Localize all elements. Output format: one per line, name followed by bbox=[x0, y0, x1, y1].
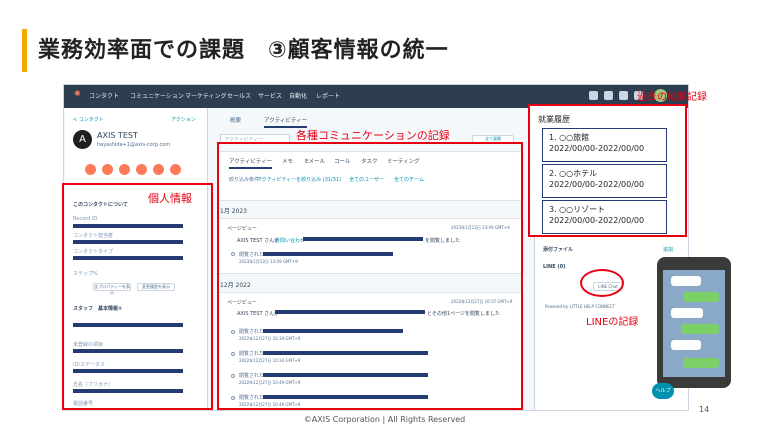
nav-item-contacts[interactable]: コンタクト bbox=[89, 91, 119, 100]
chat-bubble-sent bbox=[683, 292, 719, 302]
communication-label: 各種コミュニケーションの記録 bbox=[296, 129, 450, 142]
search-icon[interactable] bbox=[589, 91, 598, 100]
line-chat-highlight bbox=[580, 269, 624, 297]
phone-screen bbox=[663, 270, 725, 377]
note-icon[interactable] bbox=[85, 164, 96, 175]
job-name: 2. ○○ホテル bbox=[549, 169, 598, 178]
powered-by-text: Powered by LITTLE HELP CONNECT bbox=[545, 304, 615, 309]
back-to-contacts-link[interactable]: < コンタクト bbox=[73, 116, 104, 123]
actions-dropdown[interactable]: アクション bbox=[171, 116, 196, 123]
job-history-entry: 2. ○○ホテル 2022/00/00-2022/00/00 bbox=[542, 164, 667, 198]
marketplace-icon[interactable] bbox=[604, 91, 613, 100]
nav-item-automation[interactable]: 自動化 bbox=[289, 91, 307, 100]
task-icon[interactable] bbox=[136, 164, 147, 175]
hubspot-logo-icon[interactable]: ✺ bbox=[74, 89, 81, 98]
call-icon[interactable] bbox=[119, 164, 130, 175]
tab-overview[interactable]: 概要 bbox=[230, 116, 241, 124]
chat-bubble-sent bbox=[681, 324, 719, 334]
job-period: 2022/00/00-2022/00/00 bbox=[549, 180, 645, 189]
slide-title: 業務効率面での課題 ③顧客情報の統一 bbox=[38, 38, 449, 63]
personal-info-highlight bbox=[62, 183, 213, 410]
attachments-add-link[interactable]: 追加 bbox=[663, 246, 673, 253]
meeting-icon[interactable] bbox=[153, 164, 164, 175]
nav-item-marketing[interactable]: マーケティング bbox=[185, 91, 227, 100]
contact-email[interactable]: hayashida+1@axis-corp.com bbox=[97, 142, 170, 148]
page-number: 14 bbox=[699, 405, 710, 414]
past-jobs-label: 過去の就業記録 bbox=[637, 92, 707, 103]
slide-footer: ©AXIS Corporation | All Rights Reserved bbox=[303, 415, 466, 424]
job-history-title: 就業履歴 bbox=[538, 115, 570, 124]
communication-highlight bbox=[217, 142, 523, 410]
personal-info-label: 個人情報 bbox=[148, 192, 192, 205]
job-history-box: 就業履歴 1. ○○旅館 2022/00/00-2022/00/00 2. ○○ホ… bbox=[528, 104, 687, 237]
line-records-label: LINEの記録 bbox=[586, 317, 639, 328]
chat-bubble-received bbox=[671, 308, 703, 318]
job-period: 2022/00/00-2022/00/00 bbox=[549, 216, 645, 225]
email-icon[interactable] bbox=[102, 164, 113, 175]
nav-item-sales[interactable]: セールス bbox=[227, 91, 251, 100]
nav-item-service[interactable]: サービス bbox=[258, 91, 282, 100]
job-history-entry: 1. ○○旅館 2022/00/00-2022/00/00 bbox=[542, 128, 667, 162]
chat-bubble-received bbox=[671, 276, 701, 286]
help-button[interactable]: ヘルプ bbox=[652, 383, 674, 399]
chat-bubble-sent bbox=[683, 358, 719, 368]
nav-item-communication[interactable]: コミュニケーション bbox=[130, 91, 184, 100]
job-name: 3. ○○リゾート bbox=[549, 205, 606, 214]
job-name: 1. ○○旅館 bbox=[549, 133, 590, 142]
chat-bubble-received bbox=[671, 340, 701, 350]
attachments-header[interactable]: 添付ファイル bbox=[543, 246, 573, 253]
contact-avatar: A bbox=[73, 130, 92, 149]
settings-gear-icon[interactable] bbox=[619, 91, 628, 100]
contact-name: AXIS TEST bbox=[97, 131, 138, 140]
nav-item-reports[interactable]: レポート bbox=[316, 91, 340, 100]
more-icon[interactable] bbox=[170, 164, 181, 175]
line-section-header[interactable]: LINE (0) bbox=[543, 264, 565, 270]
job-period: 2022/00/00-2022/00/00 bbox=[549, 144, 645, 153]
title-accent-bar bbox=[22, 29, 27, 72]
job-history-entry: 3. ○○リゾート 2022/00/00-2022/00/00 bbox=[542, 200, 667, 234]
